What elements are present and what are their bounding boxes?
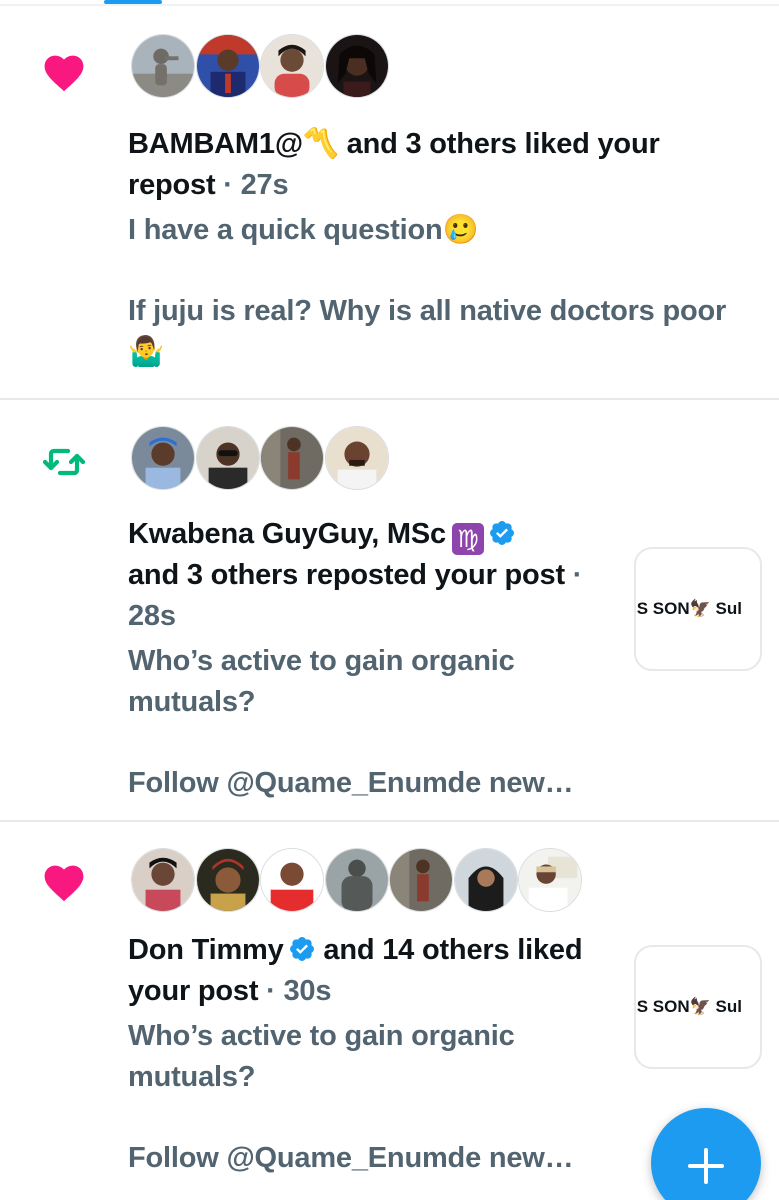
actor-name[interactable]: Kwabena GuyGuy, MSc [128,518,446,550]
avatar[interactable] [518,848,582,912]
verified-badge-icon [488,518,516,546]
notification-content: Kwabena GuyGuy, MSc ♍ and 3 others reposte… [128,514,608,804]
post-text: Follow @Quame_Enumde new… [128,767,574,799]
thumbnail-text: ’S SON🦅 Sul [634,599,742,618]
avatar[interactable] [131,426,195,490]
post-text: Who’s active to gain organic mutuals? [128,645,515,718]
avatar[interactable] [131,34,195,98]
avatar[interactable] [453,848,518,912]
post-text: If juju is real? Why is all native docto… [128,295,727,368]
notification-like-repost[interactable]: BAMBAM1@〽️ and 3 others liked your repos… [0,8,779,400]
notification-headline: BAMBAM1@〽️ and 3 others liked your repos… [128,124,748,206]
avatar[interactable] [324,34,389,98]
post-thumbnail[interactable]: ’S SON🦅 Sul [634,547,762,671]
plus-icon [688,1148,724,1184]
avatar[interactable] [131,848,195,912]
actor-name[interactable]: BAMBAM1@〽️ [128,128,339,160]
notification-content: BAMBAM1@〽️ and 3 others liked your repos… [128,124,748,373]
actor-name[interactable]: Don Timmy [128,934,284,966]
timestamp: · 27s [215,169,289,201]
avatar[interactable] [389,848,453,912]
post-text: Follow @Quame_Enumde new… [128,1142,574,1174]
avatar-group [131,848,583,912]
top-tab-bar [0,0,779,6]
post-thumbnail[interactable]: ’S SON🦅 Sul [634,945,762,1069]
timestamp: · 30s [258,975,332,1007]
post-text: I have a quick question🥲 [128,214,479,246]
avatar[interactable] [324,848,389,912]
avatar-group [131,426,389,490]
virgo-emoji-icon: ♍ [451,523,484,555]
thumbnail-text: ’S SON🦅 Sul [634,997,742,1016]
verified-badge-icon [288,934,316,962]
notification-content: Don Timmy and 14 others liked your post … [128,930,608,1179]
action-text: and 3 others reposted your post [128,559,565,591]
avatar[interactable] [195,34,260,98]
avatar[interactable] [195,426,260,490]
avatar-group [131,34,389,98]
avatar[interactable] [324,426,389,490]
avatar[interactable] [195,848,260,912]
notification-repost[interactable]: Kwabena GuyGuy, MSc ♍ and 3 others reposte… [0,400,779,822]
avatar[interactable] [260,426,324,490]
notification-headline: Kwabena GuyGuy, MSc ♍ and 3 others reposte… [128,514,608,637]
heart-icon [40,858,88,906]
notification-headline: Don Timmy and 14 others liked your post … [128,930,608,1012]
avatar[interactable] [260,34,324,98]
heart-icon [40,48,88,96]
active-tab-indicator [104,0,162,4]
avatar[interactable] [260,848,324,912]
repost-icon [40,438,88,486]
post-text: Who’s active to gain organic mutuals? [128,1020,515,1093]
